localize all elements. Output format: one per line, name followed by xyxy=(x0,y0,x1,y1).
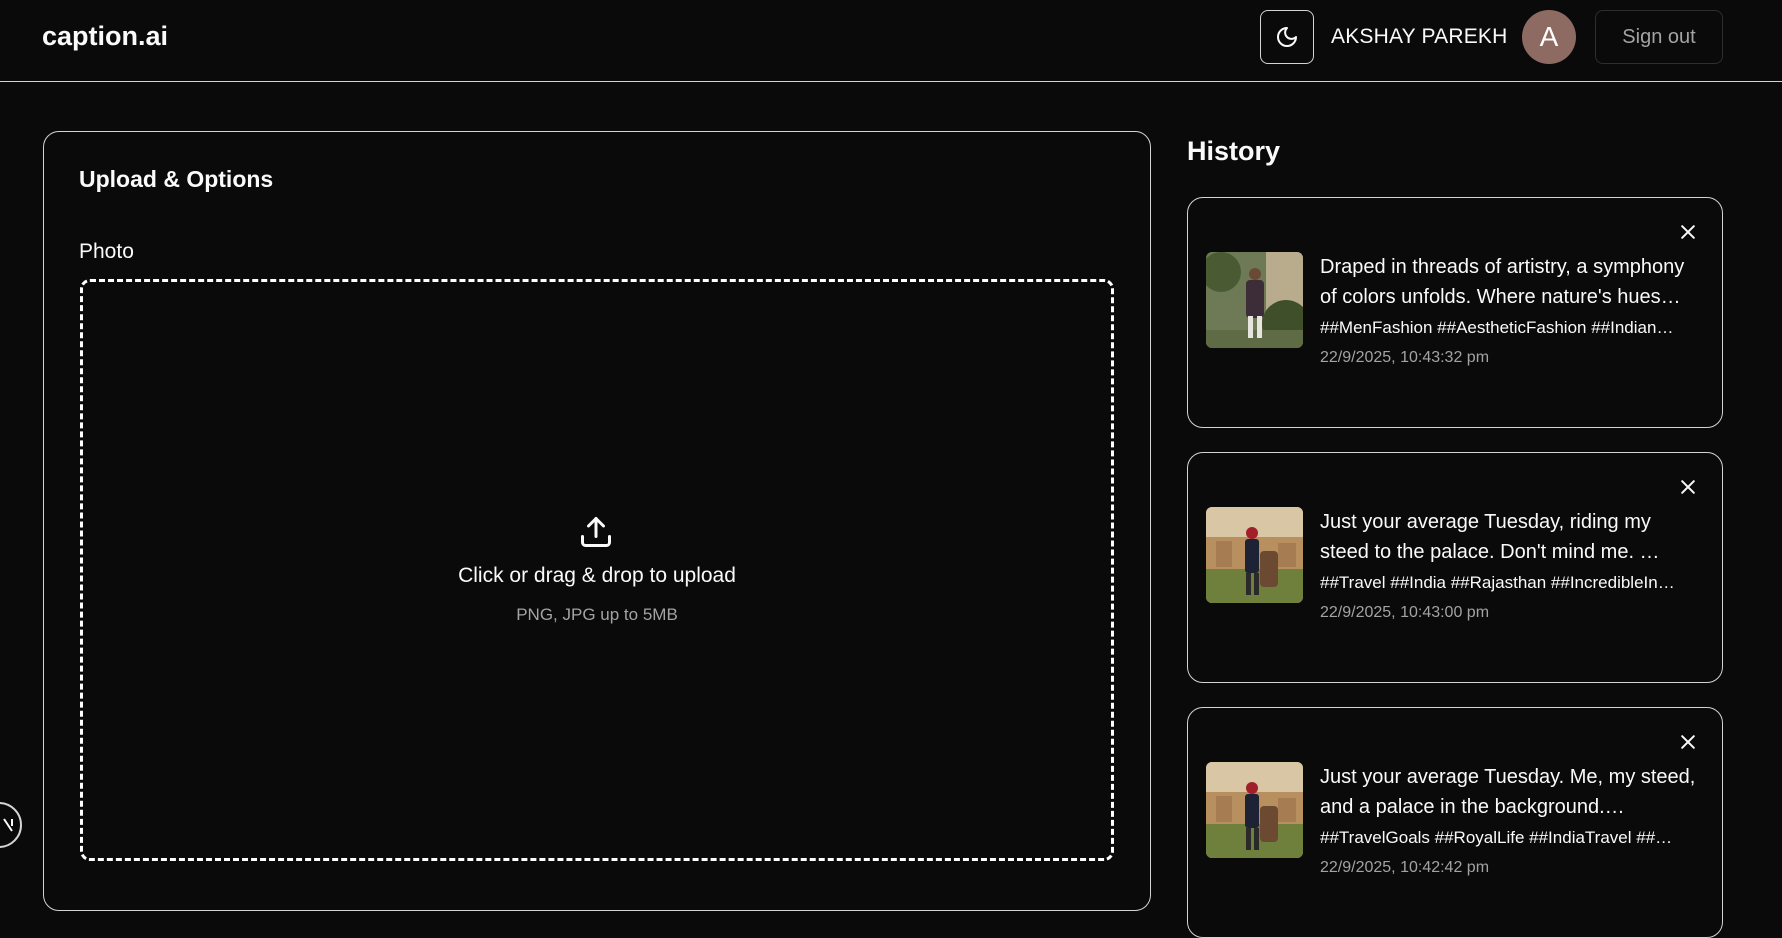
thumbnail-image xyxy=(1206,762,1303,858)
history-item[interactable]: Just your average Tuesday. Me, my steed,… xyxy=(1187,707,1723,938)
top-header: caption.ai AKSHAY PAREKH A Sign out xyxy=(0,0,1782,82)
avatar[interactable]: A xyxy=(1522,10,1576,64)
upload-card-title: Upload & Options xyxy=(79,166,274,192)
moon-icon xyxy=(1277,27,1297,47)
history-caption: Just your average Tuesday. Me, my steed,… xyxy=(1320,766,1696,818)
thumbnail-image xyxy=(1206,252,1303,348)
close-icon[interactable] xyxy=(1678,477,1698,497)
history-caption: Just your average Tuesday, riding my ste… xyxy=(1320,511,1660,563)
history-thumbnail xyxy=(1206,507,1303,603)
upload-icon xyxy=(581,517,611,547)
history-caption: Draped in threads of artistry, a symphon… xyxy=(1320,256,1685,308)
history-thumbnail xyxy=(1206,252,1303,348)
history-hashtags: ##MenFashion ##AestheticFashion ##Indian… xyxy=(1320,318,1674,337)
logo-icon xyxy=(3,818,13,832)
history-thumbnail xyxy=(1206,762,1303,858)
floating-dev-tools-button[interactable] xyxy=(0,802,22,848)
dropzone-text: Click or drag & drop to upload xyxy=(458,564,736,587)
history-item[interactable]: Draped in threads of artistry, a symphon… xyxy=(1187,197,1723,428)
photo-label: Photo xyxy=(79,240,134,263)
history-title: History xyxy=(1187,136,1281,166)
history-hashtags: ##TravelGoals ##RoyalLife ##IndiaTravel … xyxy=(1320,828,1673,847)
history-item[interactable]: Just your average Tuesday, riding my ste… xyxy=(1187,452,1723,683)
dropzone-hint: PNG, JPG up to 5MB xyxy=(516,605,678,624)
history-timestamp: 22/9/2025, 10:43:32 pm xyxy=(1320,349,1490,366)
history-hashtags: ##Travel ##India ##Rajasthan ##Incredibl… xyxy=(1320,573,1675,592)
sign-out-button[interactable]: Sign out xyxy=(1595,10,1723,64)
history-timestamp: 22/9/2025, 10:43:00 pm xyxy=(1320,604,1490,621)
close-icon[interactable] xyxy=(1678,732,1698,752)
user-name: AKSHAY PAREKH xyxy=(1331,25,1508,48)
close-icon[interactable] xyxy=(1678,222,1698,242)
theme-toggle-button[interactable] xyxy=(1260,10,1314,64)
history-timestamp: 22/9/2025, 10:42:42 pm xyxy=(1320,859,1490,876)
app-logo[interactable]: caption.ai xyxy=(42,21,168,52)
thumbnail-image xyxy=(1206,507,1303,603)
